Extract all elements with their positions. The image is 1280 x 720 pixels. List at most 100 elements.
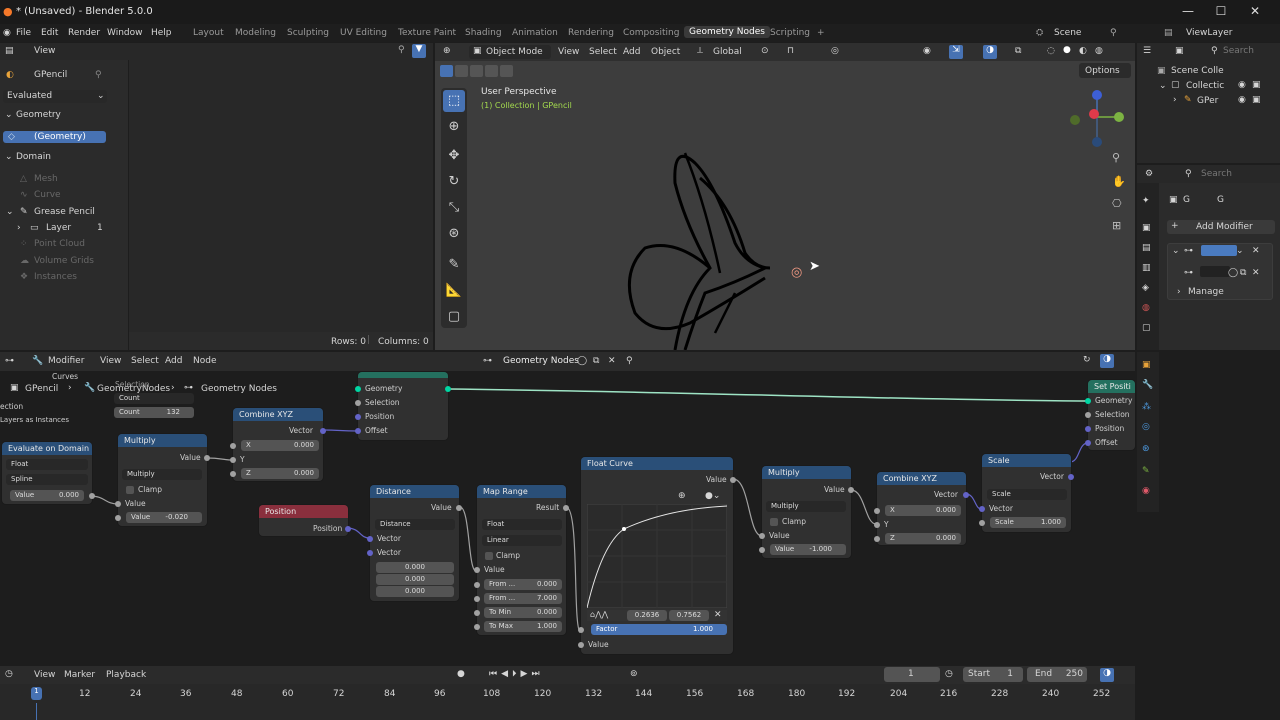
- value-input-socket-b[interactable]: [115, 515, 121, 521]
- geometry-section[interactable]: Geometry: [16, 110, 61, 120]
- tab-animation[interactable]: Animation: [512, 28, 558, 38]
- float-curve-node[interactable]: Float Curve Value ⊕ ●⌄ ⌂⋀⋀ 0.2636 0.7562…: [578, 457, 736, 654]
- world-tab-icon[interactable]: ◍: [1142, 303, 1150, 313]
- modifier-tab-icon[interactable]: 🔧: [1142, 380, 1153, 390]
- scale-socket[interactable]: [979, 520, 985, 526]
- timeline-view-menu[interactable]: View: [34, 670, 55, 680]
- x-socket[interactable]: [230, 443, 236, 449]
- overlay-icon[interactable]: ◑: [983, 45, 997, 59]
- domain-layer[interactable]: Layer: [46, 223, 71, 233]
- combine-xyz-node-1[interactable]: Combine XYZ Vector X 0.000 Y Z 0.000: [230, 408, 326, 481]
- distance-header[interactable]: Distance: [370, 485, 459, 498]
- pin-icon[interactable]: ⚲: [1110, 28, 1117, 38]
- vector-z-field[interactable]: 0.000: [376, 586, 454, 597]
- collection-tab-icon[interactable]: ▢: [1142, 323, 1151, 333]
- domain-instances[interactable]: Instances: [34, 272, 77, 282]
- viewport-3d[interactable]: ⊕ ▣ Object Mode View Select Add Object ⟂…: [435, 43, 1135, 350]
- data-type-dropdown[interactable]: Float: [6, 459, 88, 470]
- cursor-icon[interactable]: ⊕: [443, 116, 465, 138]
- chevron-right-icon[interactable]: ›: [1177, 287, 1181, 297]
- chevron-down-icon[interactable]: ⌄: [1236, 246, 1244, 256]
- domain-grease-pencil[interactable]: Grease Pencil: [34, 207, 95, 217]
- selection-socket[interactable]: [1085, 412, 1091, 418]
- mode-dropdown[interactable]: ▣ Object Mode: [469, 45, 551, 59]
- unlink-icon[interactable]: ✕: [1252, 268, 1260, 278]
- multiply-node-2[interactable]: Multiply Value Multiply Clamp Value Valu…: [759, 466, 854, 558]
- object-tab-icon[interactable]: ▣: [1142, 360, 1151, 370]
- x-socket[interactable]: [874, 508, 880, 514]
- evaluate-header[interactable]: Evaluate on Domain: [2, 442, 92, 455]
- menu-help[interactable]: Help: [151, 28, 172, 38]
- multiply-header[interactable]: Multiply: [118, 434, 207, 447]
- viewport-add-menu[interactable]: Add: [623, 47, 640, 57]
- outliner-search[interactable]: Search: [1223, 46, 1254, 56]
- domain-dropdown[interactable]: Spline: [6, 474, 88, 485]
- frame-ruler[interactable]: 1 12 24 36 48 60 72 84 96 108 120 132 14…: [0, 685, 1135, 703]
- factor-field[interactable]: Factor 1.000: [591, 624, 727, 635]
- result-output-socket[interactable]: [563, 505, 569, 511]
- position-node[interactable]: Position Position: [259, 505, 351, 536]
- xray-icon[interactable]: ⧉: [1015, 46, 1021, 56]
- overlays-icon[interactable]: ◑: [1100, 668, 1114, 682]
- modifier-name-field[interactable]: [1201, 245, 1237, 256]
- menu-render[interactable]: Render: [68, 28, 100, 38]
- offset-socket[interactable]: [1085, 440, 1091, 446]
- distance-operation-dropdown[interactable]: Distance: [375, 519, 455, 530]
- value-output-socket[interactable]: [456, 505, 462, 511]
- tab-texture-paint[interactable]: Texture Paint: [398, 28, 456, 38]
- offset-socket[interactable]: [355, 428, 361, 434]
- timeline-playback-menu[interactable]: Playback: [106, 670, 146, 680]
- measure-icon[interactable]: 📐: [443, 280, 465, 302]
- particles-tab-icon[interactable]: ⁂: [1142, 402, 1151, 412]
- chevron-down-icon[interactable]: ⌄: [1159, 81, 1167, 91]
- set-position-node-2[interactable]: Set Positi Geometry Selection Position O…: [1085, 380, 1135, 450]
- vector-a-socket[interactable]: [367, 536, 373, 542]
- camera-render-icon[interactable]: ▣: [1252, 95, 1261, 105]
- editor-type-icon[interactable]: ⊕: [443, 46, 451, 56]
- to-min-field[interactable]: To Min 0.000: [484, 607, 562, 618]
- chevron-right-icon[interactable]: ›: [17, 223, 21, 233]
- count-field[interactable]: Count 132: [114, 407, 194, 418]
- funnel-icon[interactable]: ▼: [412, 44, 426, 58]
- curves-node-partial[interactable]: Curves Selection ection Count Count 132 L…: [0, 372, 196, 424]
- position-socket[interactable]: [355, 414, 361, 420]
- operation-dropdown[interactable]: Multiply: [122, 469, 202, 480]
- value-output-socket[interactable]: [204, 455, 210, 461]
- scene-tab-icon[interactable]: ◈: [1142, 283, 1149, 293]
- z-socket[interactable]: [230, 471, 236, 477]
- y-socket[interactable]: [874, 522, 880, 528]
- geometry-output-socket[interactable]: [445, 386, 451, 392]
- select-box-icon[interactable]: ⬚: [443, 90, 465, 112]
- output-tab-icon[interactable]: ▤: [1142, 243, 1151, 253]
- value-output-socket[interactable]: [730, 477, 736, 483]
- map-range-type-dropdown[interactable]: Float: [482, 519, 562, 530]
- move-icon[interactable]: ✥: [443, 145, 465, 167]
- evaluation-mode-dropdown[interactable]: Evaluated ⌄: [3, 90, 107, 103]
- end-frame-field[interactable]: End 250: [1027, 667, 1087, 682]
- filter-icon[interactable]: ⚲: [398, 45, 405, 55]
- from-max-socket[interactable]: [474, 596, 480, 602]
- material-tab-icon[interactable]: ◉: [1142, 486, 1150, 496]
- x-field[interactable]: X 0.000: [885, 505, 961, 516]
- transform-icon[interactable]: ⊛: [443, 223, 465, 245]
- solid-shading-icon[interactable]: ●: [1063, 45, 1071, 55]
- position-output-socket[interactable]: [345, 526, 351, 532]
- point-y-field[interactable]: 0.7562: [669, 610, 709, 621]
- scene-collection-item[interactable]: Scene Colle: [1171, 66, 1224, 76]
- playhead[interactable]: 1: [31, 687, 42, 700]
- vector-output-socket[interactable]: [963, 492, 969, 498]
- editor-type-icon[interactable]: ◷: [5, 669, 13, 679]
- vector-y-field[interactable]: 0.000: [376, 574, 454, 585]
- select-extend-icon[interactable]: [455, 65, 468, 77]
- value-input-socket[interactable]: [578, 642, 584, 648]
- eye-icon[interactable]: ◉: [1238, 80, 1246, 90]
- multiply-2-header[interactable]: Multiply: [762, 466, 851, 479]
- scale-node[interactable]: Scale Vector Scale Vector Scale 1.000: [979, 454, 1074, 532]
- vector-x-field[interactable]: 0.000: [376, 562, 454, 573]
- viewlayer-selector[interactable]: ViewLayer: [1186, 28, 1232, 38]
- minimize-button[interactable]: —: [1180, 4, 1196, 20]
- blender-menu-icon[interactable]: ◉: [3, 28, 11, 38]
- domain-section[interactable]: Domain: [16, 152, 51, 162]
- x-field[interactable]: X 0.000: [241, 440, 319, 451]
- zoom-in-icon[interactable]: ⊕: [678, 491, 686, 501]
